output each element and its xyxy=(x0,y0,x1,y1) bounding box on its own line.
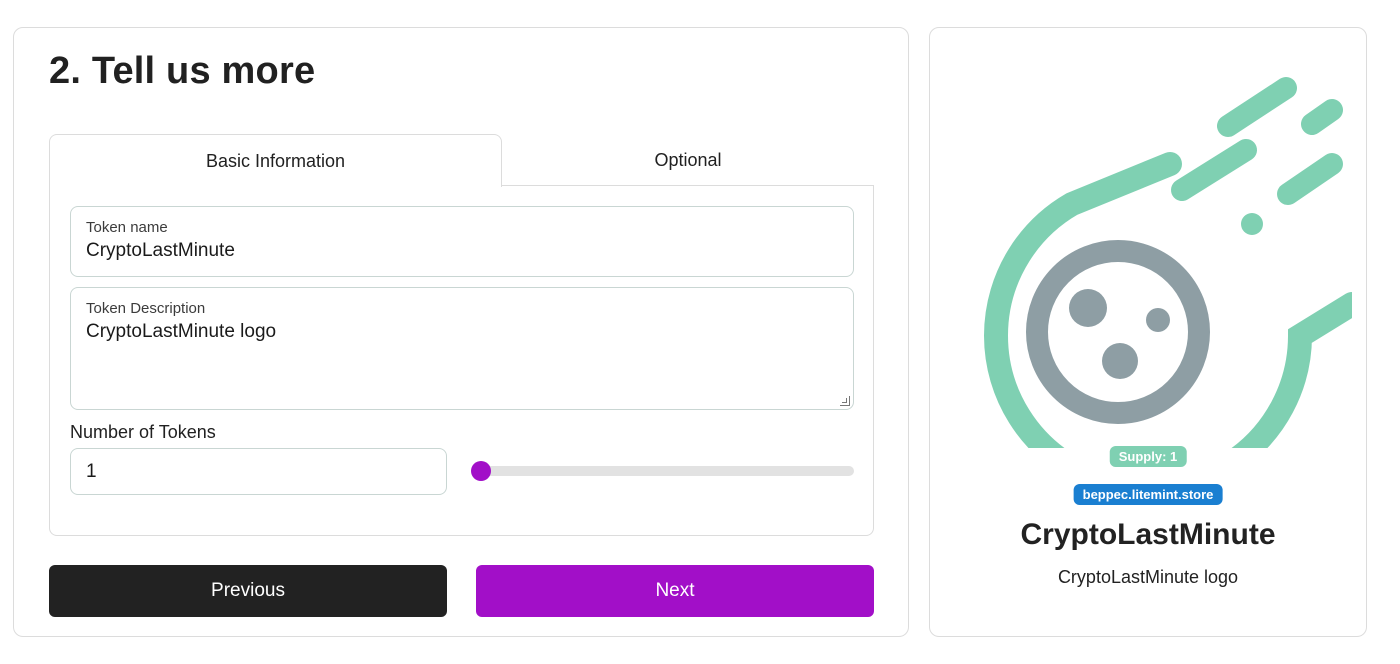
form-card: 2. Tell us more Basic Information Option… xyxy=(13,27,909,637)
token-name-field[interactable]: Token name CryptoLastMinute xyxy=(70,206,854,277)
tab-label: Optional xyxy=(654,149,722,170)
comet-logo-icon xyxy=(984,77,1352,448)
resize-handle-icon[interactable] xyxy=(840,396,850,406)
token-name-label: Token name xyxy=(86,219,168,236)
page-title: 2. Tell us more xyxy=(49,50,316,92)
number-of-tokens-slider[interactable] xyxy=(471,461,854,481)
supply-badge: Supply: 1 xyxy=(1109,446,1187,467)
token-name-input[interactable]: CryptoLastMinute xyxy=(86,240,235,261)
token-description-textarea[interactable]: CryptoLastMinute logo xyxy=(86,321,276,342)
tab-label: Basic Information xyxy=(205,150,346,171)
basic-information-panel: Token name CryptoLastMinute Token Descri… xyxy=(49,185,874,536)
next-button[interactable]: Next xyxy=(476,565,874,617)
token-description-field[interactable]: Token Description CryptoLastMinute logo xyxy=(70,287,854,410)
number-of-tokens-input[interactable]: 1 xyxy=(70,448,447,495)
preview-token-name: CryptoLastMinute xyxy=(1020,518,1276,551)
tab-basic-information[interactable]: Basic Information xyxy=(49,134,502,187)
previous-button[interactable]: Previous xyxy=(49,565,447,617)
preview-token-description: CryptoLastMinute logo xyxy=(1057,567,1239,587)
number-of-tokens-value: 1 xyxy=(86,460,97,482)
tab-optional[interactable]: Optional xyxy=(502,134,874,186)
domain-badge[interactable]: beppec.litemint.store xyxy=(1073,484,1223,505)
token-description-label: Token Description xyxy=(86,300,206,317)
number-of-tokens-label: Number of Tokens xyxy=(70,422,216,442)
token-preview-card: Supply: 1 beppec.litemint.store CryptoLa… xyxy=(929,27,1367,637)
slider-thumb[interactable] xyxy=(471,461,491,481)
